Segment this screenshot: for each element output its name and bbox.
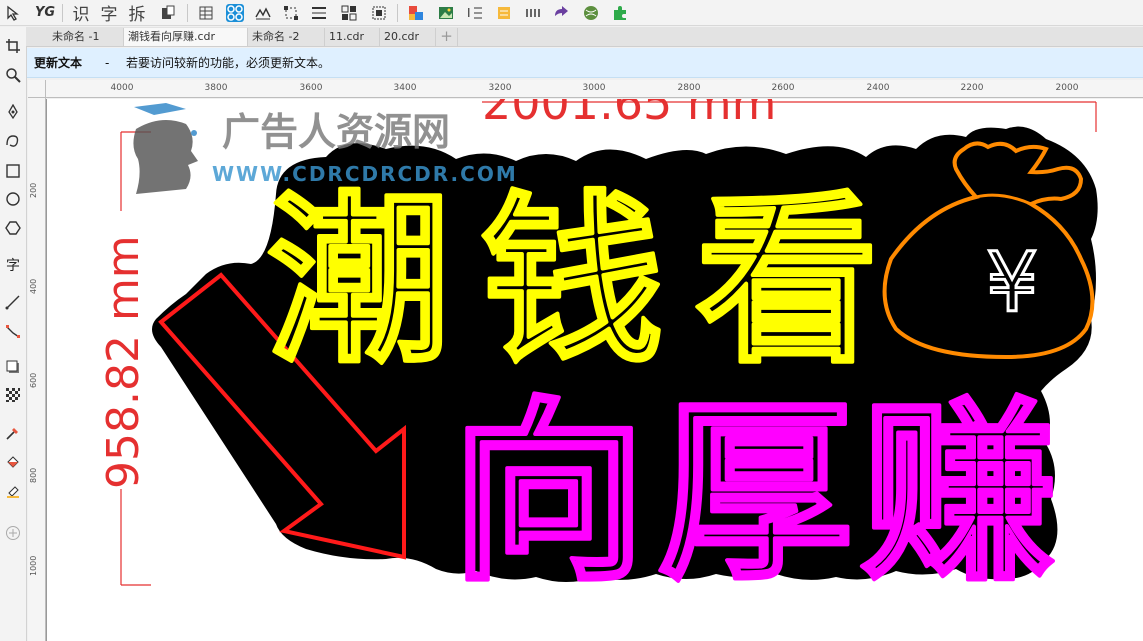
ruler-label: 200 bbox=[29, 182, 38, 198]
globe-icon[interactable] bbox=[580, 2, 602, 23]
watermark-logo: 广告人资源网 WWW.CDRCDRCDR.COM bbox=[133, 103, 518, 194]
left-toolbox: 字 bbox=[0, 27, 27, 641]
new-tab-button[interactable]: + bbox=[436, 28, 458, 46]
lines-icon[interactable] bbox=[308, 2, 330, 23]
ruler-label: 2000 bbox=[1055, 83, 1079, 93]
fill-tool-icon[interactable] bbox=[3, 452, 23, 472]
ruler-label: 400 bbox=[29, 278, 38, 294]
notice-title[interactable]: 更新文本 bbox=[34, 48, 82, 78]
tab-11-cdr[interactable]: 11.cdr bbox=[325, 28, 380, 46]
list-icon[interactable] bbox=[493, 2, 515, 23]
ruler-label: 3600 bbox=[299, 83, 323, 93]
polygon-tool-icon[interactable] bbox=[3, 218, 23, 238]
ruler-label: 2400 bbox=[866, 83, 890, 93]
pattern-icon[interactable] bbox=[223, 2, 247, 23]
ruler-label: 2200 bbox=[960, 83, 984, 93]
smart-fill-icon[interactable] bbox=[3, 481, 23, 501]
ruler-label: 600 bbox=[29, 372, 38, 388]
image-icon[interactable] bbox=[435, 2, 457, 23]
grid-dots-icon[interactable] bbox=[522, 2, 544, 23]
table-icon[interactable] bbox=[195, 2, 217, 23]
yg-logo-label: YG bbox=[34, 5, 56, 20]
watermark-title: 广告人资源网 bbox=[222, 110, 450, 154]
ruler-label: 800 bbox=[29, 467, 38, 483]
headline-char[interactable]: 潮 bbox=[266, 173, 452, 389]
vertical-ruler[interactable]: 200 400 600 800 1000 bbox=[28, 98, 46, 641]
horizontal-ruler[interactable]: 4000 3800 3600 3400 3200 3000 2800 2600 … bbox=[46, 80, 1143, 98]
crop-frame-icon[interactable] bbox=[368, 2, 390, 23]
update-text-notice: 更新文本 - 若要访问较新的功能，必须更新文本。 bbox=[27, 48, 1143, 78]
zoom-tool-icon[interactable] bbox=[3, 65, 23, 85]
document-tabs: 未命名 -1 潮钱看向厚赚.cdr 未命名 -2 11.cdr 20.cdr + bbox=[26, 27, 1143, 47]
dimension-tool-icon[interactable] bbox=[3, 292, 23, 312]
ruler-label: 3200 bbox=[488, 83, 512, 93]
clipboard-icon[interactable] bbox=[157, 2, 179, 23]
ruler-label: 4000 bbox=[110, 83, 134, 93]
puzzle-icon[interactable] bbox=[609, 2, 631, 23]
ruler-label: 3400 bbox=[393, 83, 417, 93]
tab-20-cdr[interactable]: 20.cdr bbox=[380, 28, 436, 46]
tab-untitled-1[interactable]: 未命名 -1 bbox=[48, 28, 124, 46]
recognize-text-button[interactable]: 识 bbox=[70, 2, 92, 25]
headline-line-2[interactable]: 向 厚 赚 bbox=[449, 378, 1058, 609]
headline-line-1[interactable]: 潮 钱 看 bbox=[266, 173, 880, 389]
notice-message: 若要访问较新的功能，必须更新文本。 bbox=[126, 56, 331, 70]
headline-char[interactable]: 赚 bbox=[859, 378, 1058, 609]
redo-arrow-icon[interactable] bbox=[550, 2, 572, 23]
svg-text:I: I bbox=[467, 6, 471, 20]
notice-separator: - bbox=[105, 56, 110, 70]
eyedropper-tool-icon[interactable] bbox=[3, 423, 23, 443]
ruler-label: 3800 bbox=[204, 83, 228, 93]
freehand-tool-icon[interactable] bbox=[3, 102, 23, 122]
width-dimension[interactable]: 2001.65 mm bbox=[482, 99, 1097, 132]
headline-char[interactable]: 向 bbox=[449, 378, 648, 609]
rectangle-tool-icon[interactable] bbox=[3, 161, 23, 181]
connector-tool-icon[interactable] bbox=[3, 322, 23, 342]
signboard-artwork[interactable]: ¥ 潮 钱 看 向 厚 赚 2001.65 mm 958.82 mm 广告人资源… bbox=[46, 99, 1143, 641]
text-tool-icon[interactable]: 字 bbox=[3, 255, 23, 275]
drawing-canvas[interactable]: ¥ 潮 钱 看 向 厚 赚 2001.65 mm 958.82 mm 广告人资源… bbox=[46, 99, 1143, 641]
ruler-label: 2600 bbox=[771, 83, 795, 93]
shadow-tool-icon[interactable] bbox=[3, 357, 23, 377]
color-swatch-icon[interactable] bbox=[405, 2, 427, 23]
group-icon[interactable] bbox=[338, 2, 360, 23]
yen-symbol: ¥ bbox=[986, 236, 1038, 331]
ellipse-tool-icon[interactable] bbox=[3, 189, 23, 209]
character-button[interactable]: 字 bbox=[98, 2, 120, 25]
ruler-label: 2800 bbox=[677, 83, 701, 93]
width-dimension-label: 2001.65 mm bbox=[482, 99, 776, 130]
yg-logo-icon[interactable]: YG bbox=[33, 2, 57, 23]
headline-char[interactable]: 厚 bbox=[656, 378, 855, 609]
height-dimension-label: 958.82 mm bbox=[98, 235, 149, 489]
coreldraw-window: YG 识 字 拆 I 字 未命名 -1 潮钱看向厚赚.cdr 未命名 -2 11… bbox=[0, 0, 1143, 641]
watermark-url: WWW.CDRCDRCDR.COM bbox=[212, 162, 518, 186]
headline-char[interactable]: 看 bbox=[694, 173, 880, 389]
tab-untitled-2[interactable]: 未命名 -2 bbox=[248, 28, 325, 46]
ruler-origin[interactable] bbox=[28, 80, 46, 98]
crop-tool-icon[interactable] bbox=[3, 36, 23, 56]
node-select-icon[interactable] bbox=[280, 2, 302, 23]
headline-char[interactable]: 钱 bbox=[479, 173, 665, 389]
ruler-label: 3000 bbox=[582, 83, 606, 93]
text-frame-icon[interactable]: I bbox=[464, 2, 486, 23]
top-toolbar: YG 识 字 拆 I bbox=[0, 0, 1143, 26]
transparency-tool-icon[interactable] bbox=[3, 385, 23, 405]
pick-tool-icon[interactable] bbox=[4, 2, 24, 23]
bezier-tool-icon[interactable] bbox=[3, 131, 23, 151]
curve-tool-icon[interactable] bbox=[252, 2, 274, 23]
tab-current-document[interactable]: 潮钱看向厚赚.cdr bbox=[124, 28, 248, 46]
split-button[interactable]: 拆 bbox=[126, 2, 148, 25]
ruler-label: 1000 bbox=[29, 555, 38, 576]
height-dimension[interactable]: 958.82 mm bbox=[98, 131, 151, 586]
add-tool-icon[interactable] bbox=[3, 523, 23, 543]
